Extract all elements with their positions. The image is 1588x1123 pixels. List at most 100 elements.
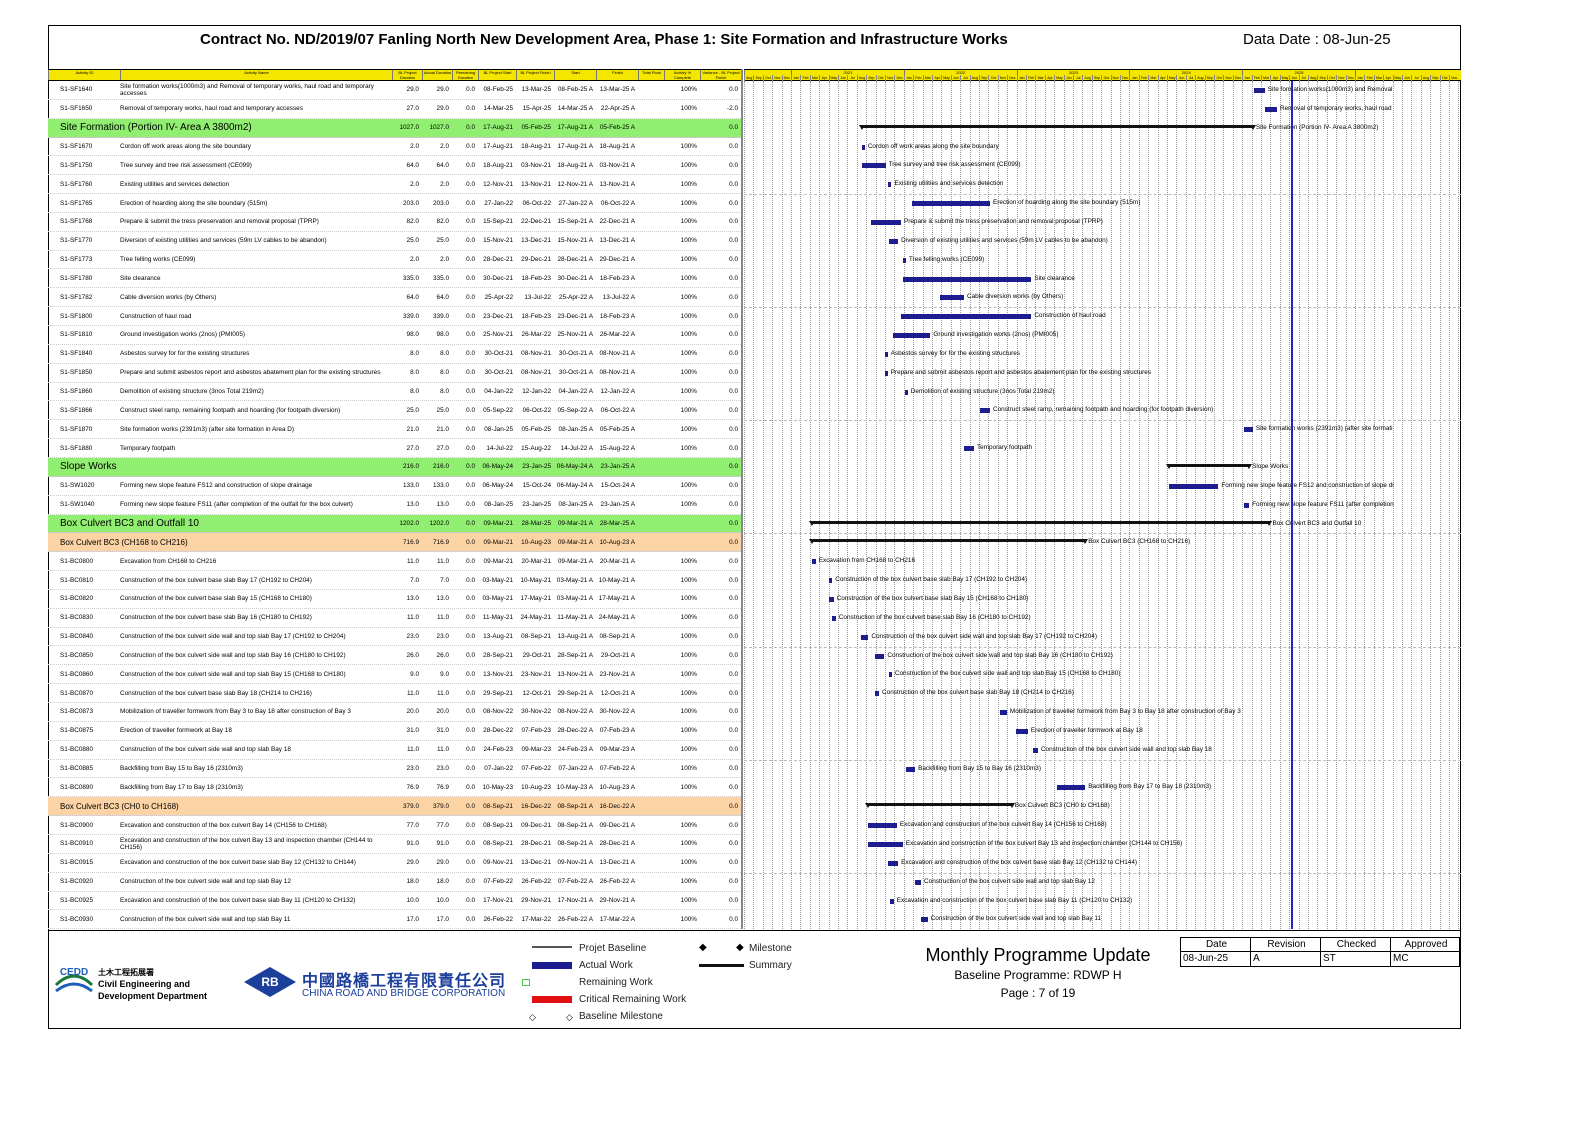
actual-work-bar[interactable] — [1265, 106, 1277, 112]
actual-work-bar[interactable] — [921, 917, 928, 923]
table-row[interactable]: S1-SF1840 Asbestos survey for for the exi… — [48, 345, 741, 364]
approval-header-date: Date — [1181, 938, 1251, 952]
actual-work-bar[interactable] — [887, 860, 899, 866]
cell-finish: 17-May-21 A — [598, 595, 635, 603]
actual-work-bar[interactable] — [889, 238, 899, 244]
actual-work-bar[interactable] — [939, 295, 964, 301]
cell-tf — [638, 854, 664, 872]
table-row[interactable]: S1-SF1760 Existing utilities and services… — [48, 175, 741, 195]
table-row[interactable]: S1-SF1770 Diversion of existing utilities… — [48, 232, 741, 251]
table-row[interactable]: S1-BC0885 Backfilling from Bay 15 to Bay … — [48, 760, 741, 779]
actual-work-bar[interactable] — [902, 257, 906, 263]
table-row[interactable]: S1-SF1866 Construct steel ramp, remaining… — [48, 401, 741, 421]
group-row[interactable]: Slope Works 216.0 216.0 0.0 06-May-24 23-Jan-… — [48, 458, 741, 477]
actual-work-bar[interactable] — [870, 219, 901, 225]
table-row[interactable]: S1-SF1650 Removal of temporary works, hau… — [48, 100, 741, 119]
cell-bl-dur: 203.0 — [403, 199, 419, 207]
table-row[interactable]: S1-BC0820 Construction of the box culvert… — [48, 590, 741, 609]
table-row[interactable]: S1-BC0910 Excavation and construction of … — [48, 835, 741, 854]
actual-work-bar[interactable] — [860, 634, 869, 640]
cell-id: S1-BC0920 — [60, 878, 94, 886]
table-row[interactable]: S1-BC0800 Excavation from CH168 to CH216 1… — [48, 552, 741, 572]
table-row[interactable]: S1-BC0925 Excavation and construction of … — [48, 892, 741, 911]
summary-bar[interactable] — [809, 520, 1273, 526]
actual-work-bar[interactable] — [829, 596, 834, 602]
actual-work-bar[interactable] — [829, 578, 833, 584]
table-row[interactable]: S1-SF1870 Site formation works (2391m3) (… — [48, 420, 741, 440]
group-row[interactable]: Box Culvert BC3 and Outfall 10 1202.0 1202… — [48, 514, 741, 534]
table-row[interactable]: S1-SF1880 Temporary footpath 27.0 27.0 0.0 14… — [48, 439, 741, 458]
table-row[interactable]: S1-BC0915 Excavation and construction of … — [48, 854, 741, 873]
actual-work-bar[interactable] — [1015, 728, 1028, 734]
actual-work-bar[interactable] — [874, 691, 880, 697]
actual-work-bar[interactable] — [915, 879, 922, 885]
summary-bar[interactable] — [865, 803, 1015, 809]
actual-work-bar[interactable] — [812, 559, 816, 565]
table-row[interactable]: S1-SF1800 Construction of haul road 339.0 3… — [48, 307, 741, 327]
table-row[interactable]: S1-BC0860 Construction of the box culvert… — [48, 665, 741, 685]
table-row[interactable]: S1-SF1750 Tree survey and tree risk asses… — [48, 156, 741, 176]
actual-work-bar[interactable] — [1168, 483, 1219, 489]
table-row[interactable]: S1-SF1640 Site formation works(1000m3) an… — [48, 81, 741, 100]
actual-work-bar[interactable] — [831, 615, 836, 621]
actual-work-bar[interactable] — [1253, 88, 1265, 93]
table-row[interactable]: S1-SW1020 Forming new slope feature FS12 … — [48, 477, 741, 496]
cell-rem: 0.0 — [466, 746, 475, 754]
actual-work-bar[interactable] — [901, 314, 1032, 320]
actual-work-bar[interactable] — [892, 333, 931, 339]
table-row[interactable]: S1-BC0920 Construction of the box culvert… — [48, 873, 741, 892]
actual-work-bar[interactable] — [903, 276, 1032, 282]
table-row[interactable]: S1-BC0870 Construction of the box culvert… — [48, 684, 741, 704]
table-row[interactable]: S1-BC0840 Construction of the box culvert… — [48, 628, 741, 647]
actual-work-bar[interactable] — [874, 653, 885, 659]
cell-var: 0.0 — [729, 915, 738, 923]
table-row[interactable]: S1-BC0873 Mobilization of traveller formw… — [48, 703, 741, 722]
table-row[interactable]: S1-BC0875 Erection of traveller formwork … — [48, 722, 741, 741]
table-row[interactable]: S1-SF1670 Cordon off work areas along the… — [48, 138, 741, 157]
table-row[interactable]: S1-BC0890 Backfilling from Bay 17 to Bay … — [48, 778, 741, 798]
table-row[interactable]: S1-SF1780 Site clearance 335.0 335.0 0.0 30-D… — [48, 270, 741, 289]
actual-work-bar[interactable] — [884, 370, 888, 376]
divider — [741, 69, 743, 929]
actual-work-bar[interactable] — [1033, 747, 1038, 753]
actual-work-bar[interactable] — [888, 672, 892, 678]
group-row[interactable]: Site Formation (Portion IV- Area A 3800m… — [48, 118, 741, 138]
actual-work-bar[interactable] — [911, 201, 990, 207]
group-row[interactable]: Box Culvert BC3 (CH168 to CH216) 716.9 716… — [48, 533, 741, 553]
actual-work-bar[interactable] — [884, 351, 888, 357]
actual-work-bar[interactable] — [964, 446, 974, 452]
table-row[interactable]: S1-SF1773 Tree felling works (CE099) 2.0 2.… — [48, 251, 741, 270]
actual-work-bar[interactable] — [904, 389, 908, 395]
actual-work-bar[interactable] — [1244, 427, 1253, 433]
table-row[interactable]: S1-SF1768 Prepare & submit the tress pres… — [48, 213, 741, 232]
actual-work-bar[interactable] — [1244, 502, 1250, 508]
table-row[interactable]: S1-BC0830 Construction of the box culvert… — [48, 609, 741, 628]
actual-work-bar[interactable] — [862, 163, 886, 169]
summary-bar[interactable] — [858, 124, 1256, 130]
actual-work-bar[interactable] — [999, 710, 1007, 716]
table-row[interactable]: S1-SW1040 Forming new slope feature FS11 … — [48, 496, 741, 515]
summary-bar[interactable] — [1165, 464, 1252, 469]
table-row[interactable]: S1-BC0880 Construction of the box culvert… — [48, 741, 741, 760]
table-row[interactable]: S1-BC0900 Excavation and construction of … — [48, 816, 741, 835]
table-row[interactable]: S1-BC0810 Construction of the box culvert… — [48, 571, 741, 590]
cell-bl-start: 23-Dec-21 — [483, 312, 513, 320]
actual-work-bar[interactable] — [868, 823, 897, 829]
table-row[interactable]: S1-SF1850 Prepare and submit asbestos rep… — [48, 364, 741, 383]
table-row[interactable]: S1-SF1860 Demolition of existing structur… — [48, 383, 741, 402]
actual-work-bar[interactable] — [890, 898, 894, 904]
actual-work-bar[interactable] — [868, 842, 903, 847]
table-row[interactable]: S1-BC0850 Construction of the box culvert… — [48, 647, 741, 666]
table-row[interactable]: S1-SF1765 Erection of hoarding along the … — [48, 194, 741, 213]
cell-tf — [638, 873, 664, 891]
table-row[interactable]: S1-BC0930 Construction of the box culvert… — [48, 910, 741, 930]
table-row[interactable]: S1-SF1810 Ground investigation works (2no… — [48, 326, 741, 345]
actual-work-bar[interactable] — [980, 408, 990, 414]
summary-bar[interactable] — [809, 539, 1089, 545]
actual-work-bar[interactable] — [905, 766, 916, 772]
actual-work-bar[interactable] — [888, 182, 892, 188]
table-row[interactable]: S1-SF1782 Cable diversion works (by Other… — [48, 288, 741, 308]
actual-work-bar[interactable] — [861, 144, 865, 150]
actual-work-bar[interactable] — [1057, 785, 1086, 791]
group-row[interactable]: Box Culvert BC3 (CH0 to CH168) 379.0 379.0… — [48, 797, 741, 817]
